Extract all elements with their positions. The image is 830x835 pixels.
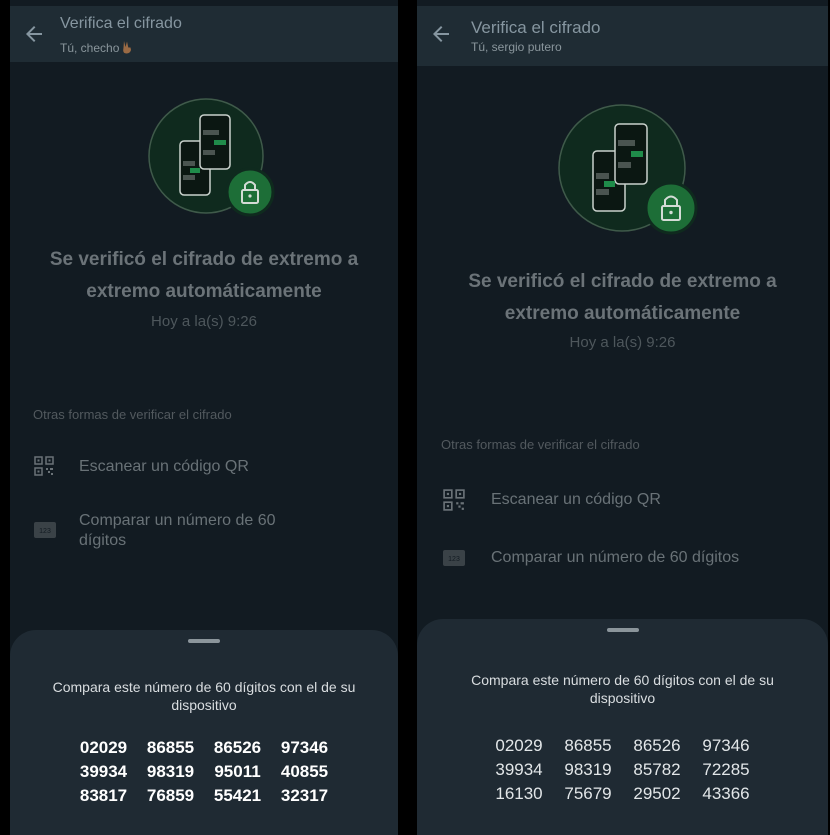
verified-time: Hoy a la(s) 9:26 [151,313,257,330]
sheet-instructions: Compara este número de 60 dígitos con el… [52,679,356,713]
contact-subtitle: Tú, checho [60,40,134,57]
page-title: Verifica el cifrado [471,18,601,37]
bottom-sheet: Compara este número de 60 dígitos con el… [417,619,828,835]
verified-headline: Se verificó el cifrado de extremo a extr… [468,271,777,324]
top-app-bar: Verifica el cifrado Tú, checho [10,6,398,62]
victory-hand-emoji-icon [120,40,134,57]
code-row: 02029 86855 86526 97346 [70,736,338,760]
code-group: 98319 [146,762,195,781]
code-row: 39934 98319 95011 40855 [70,760,338,784]
number-badge-text: 123 [448,556,460,563]
screen-left: Verifica el cifrado Tú, checho Se verifi… [10,0,398,835]
number-badge-icon[interactable]: 123 [443,550,465,566]
section-header: Otras formas de verificar el cifrado [441,437,640,452]
code-group: 86855 [564,736,612,755]
security-code-grid: 02029 86855 86526 97346 39934 98319 8578… [417,734,828,806]
qr-code-icon[interactable] [443,489,465,511]
code-row: 39934 98319 85782 72285 [485,758,761,782]
bottom-sheet: Compara este número de 60 dígitos con el… [10,630,398,835]
compare-number-option[interactable]: Comparar un número de 60 dígitos [491,548,739,568]
contact-name: Tú, checho [60,41,120,55]
number-badge-icon[interactable]: 123 [34,522,56,538]
code-group: 97346 [280,738,329,757]
sheet-drag-handle[interactable] [188,639,220,643]
code-group: 72285 [702,760,750,779]
scan-qr-option[interactable]: Escanear un código QR [491,490,661,510]
top-app-bar: Verifica el cifrado Tú, sergio putero [417,6,828,66]
code-group: 39934 [495,760,543,779]
code-group: 32317 [280,786,329,805]
code-group: 02029 [79,738,128,757]
code-group: 43366 [702,784,750,803]
code-group: 86855 [146,738,195,757]
code-group: 02029 [495,736,543,755]
code-group: 39934 [79,762,128,781]
qr-code-icon[interactable] [34,456,54,476]
compare-number-option[interactable]: Comparar un número de 60 dígitos [79,511,309,551]
back-arrow-icon[interactable] [22,22,46,46]
encryption-illustration [558,104,698,235]
verified-headline: Se verificó el cifrado de extremo a extr… [49,249,359,302]
code-row: 83817 76859 55421 32317 [70,784,338,808]
code-group: 97346 [702,736,750,755]
code-row: 16130 75679 29502 43366 [485,782,761,806]
security-code-grid: 02029 86855 86526 97346 39934 98319 9501… [10,736,398,808]
code-group: 85782 [633,760,681,779]
sheet-instructions: Compara este número de 60 dígitos con el… [471,672,774,706]
verified-time: Hoy a la(s) 9:26 [569,334,676,351]
back-arrow-icon[interactable] [429,22,453,46]
code-group: 75679 [564,784,612,803]
contact-subtitle: Tú, sergio putero [471,40,562,54]
code-group: 16130 [495,784,543,803]
scan-qr-option[interactable]: Escanear un código QR [79,457,249,477]
code-group: 98319 [564,760,612,779]
code-group: 86526 [633,736,681,755]
code-group: 83817 [79,786,128,805]
code-row: 02029 86855 86526 97346 [485,734,761,758]
code-group: 76859 [146,786,195,805]
page-title: Verifica el cifrado [60,15,182,32]
section-header: Otras formas de verificar el cifrado [33,407,232,422]
code-group: 95011 [214,762,261,781]
code-group: 40855 [280,762,329,781]
code-group: 55421 [213,786,262,805]
code-group: 86526 [213,738,262,757]
sheet-drag-handle[interactable] [606,628,639,632]
screen-right: Verifica el cifrado Tú, sergio putero Se… [417,0,828,835]
number-badge-text: 123 [39,528,51,535]
code-group: 29502 [633,784,681,803]
encryption-illustration [148,98,275,217]
